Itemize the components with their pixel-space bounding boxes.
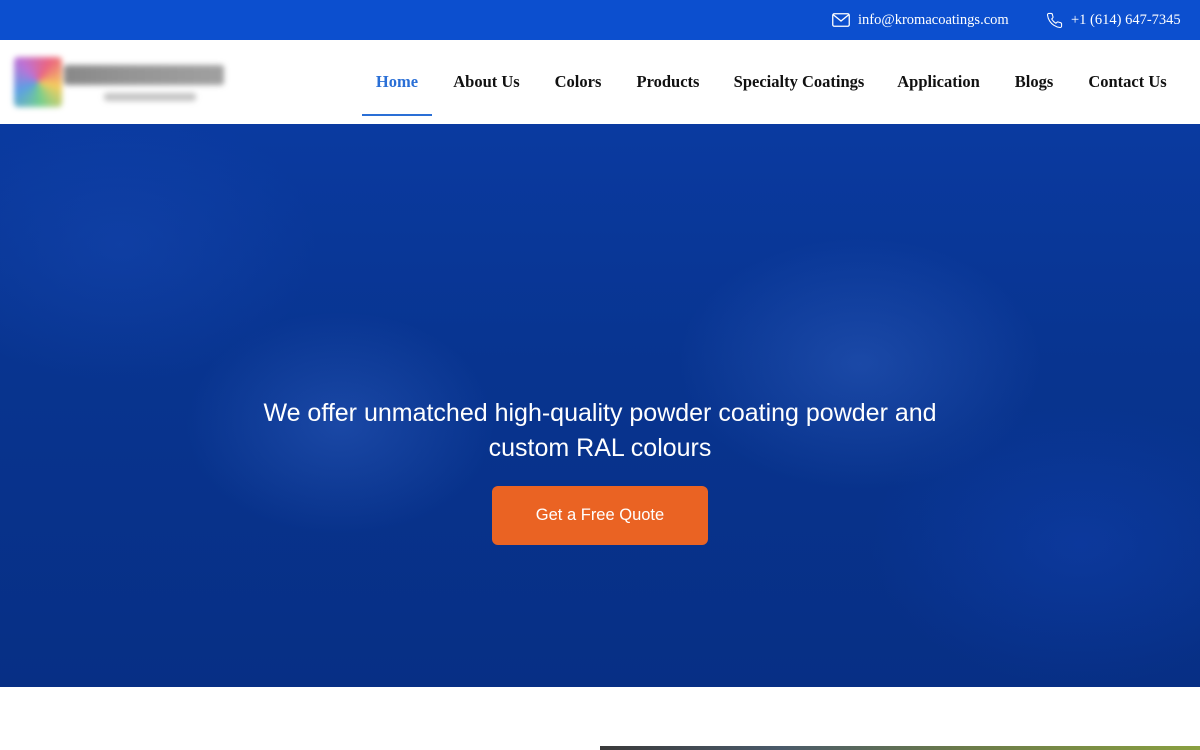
email-text: info@kromacoatings.com: [858, 11, 1009, 28]
site-header: Home About Us Colors Products Specialty …: [0, 40, 1200, 124]
top-contact-bar: info@kromacoatings.com +1 (614) 647-7345: [0, 0, 1200, 40]
main-nav: Home About Us Colors Products Specialty …: [0, 40, 1200, 124]
hero-heading-line2: custom RAL colours: [488, 434, 712, 462]
hero-heading-line1: We offer unmatched high-quality powder c…: [263, 399, 937, 427]
nav-application[interactable]: Application: [889, 40, 988, 124]
nav-specialty-coatings[interactable]: Specialty Coatings: [726, 40, 872, 124]
nav-colors[interactable]: Colors: [546, 40, 610, 124]
hero-banner: We offer unmatched high-quality powder c…: [0, 124, 1200, 687]
intro-section: [0, 687, 1200, 750]
phone-text: +1 (614) 647-7345: [1071, 11, 1181, 28]
nav-about-us[interactable]: About Us: [444, 40, 529, 124]
nav-contact-us[interactable]: Contact Us: [1080, 40, 1175, 124]
nav-products[interactable]: Products: [628, 40, 708, 124]
nav-blogs[interactable]: Blogs: [1006, 40, 1062, 124]
nav-home[interactable]: Home: [362, 40, 432, 124]
get-free-quote-button[interactable]: Get a Free Quote: [492, 486, 708, 545]
intro-image: [600, 746, 1200, 750]
email-link[interactable]: info@kromacoatings.com: [832, 0, 1009, 40]
phone-link[interactable]: +1 (614) 647-7345: [1046, 0, 1181, 40]
hero-heading: We offer unmatched high-quality powder c…: [250, 396, 950, 466]
phone-icon: [1046, 12, 1063, 29]
mail-icon: [832, 13, 850, 27]
